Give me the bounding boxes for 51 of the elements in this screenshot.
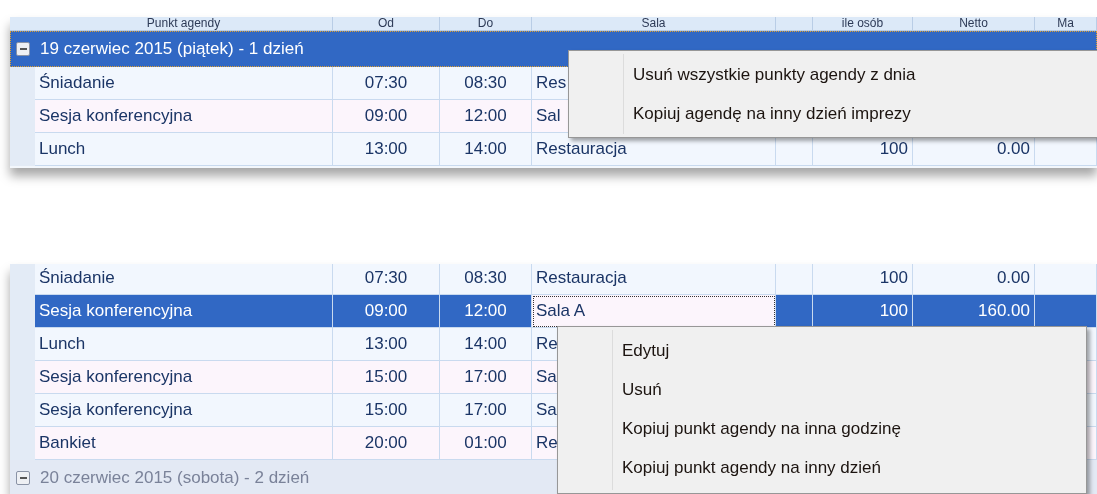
collapse-icon[interactable] [16, 42, 30, 56]
start-time-cell: 15:00 [333, 361, 440, 394]
column-header[interactable]: Do [440, 17, 532, 30]
column-header[interactable]: Ma [1035, 17, 1097, 30]
start-time-cell: 09:00 [333, 100, 440, 133]
start-time-cell: 20:00 [333, 427, 440, 460]
agenda-item-cell: Śniadanie [35, 67, 333, 100]
column-header[interactable]: ile osób [813, 17, 913, 30]
table-cell [1035, 295, 1097, 328]
table-cell [1035, 264, 1097, 295]
agenda-item-cell: Sesja konferencyjna [35, 394, 333, 427]
end-time-cell: 01:00 [440, 427, 532, 460]
agenda-item-cell: Sesja konferencyjna [35, 295, 333, 328]
agenda-row[interactable]: Śniadanie 07:30 08:30 Restauracja 100 0.00 [10, 264, 1097, 295]
end-time-cell: 12:00 [440, 295, 532, 328]
table-cell [776, 295, 813, 328]
day-label: 19 czerwiec 2015 (piątek) - 1 dzień [40, 39, 304, 59]
agenda-item-cell: Lunch [35, 133, 333, 166]
agenda-item-cell: Sesja konferencyjna [35, 100, 333, 133]
end-time-cell: 08:30 [440, 67, 532, 100]
start-time-cell: 09:00 [333, 295, 440, 328]
collapse-icon[interactable] [16, 471, 30, 485]
column-header[interactable]: Netto [913, 17, 1035, 30]
net-price-cell: 0.00 [913, 264, 1035, 295]
agenda-item-cell: Bankiet [35, 427, 333, 460]
end-time-cell: 17:00 [440, 361, 532, 394]
day-label: 20 czerwiec 2015 (sobota) - 2 dzień [40, 468, 310, 488]
column-header[interactable]: Od [333, 17, 440, 30]
start-time-cell: 13:00 [333, 133, 440, 166]
column-header[interactable]: Punkt agendy [35, 17, 333, 30]
agenda-row[interactable]: Lunch 13:00 14:00 Restauracja 100 0.00 [10, 133, 1097, 166]
end-time-cell: 14:00 [440, 133, 532, 166]
end-time-cell: 08:30 [440, 264, 532, 295]
agenda-item-cell: Lunch [35, 328, 333, 361]
net-price-cell: 160.00 [913, 295, 1035, 328]
agenda-row[interactable]: Sesja konferencyjna 09:00 12:00 Sala A 100 160.00 [10, 295, 1097, 328]
agenda-item-cell: Sesja konferencyjna [35, 361, 333, 394]
start-time-cell: 07:30 [333, 67, 440, 100]
table-cell [776, 264, 813, 295]
agenda-item-cell: Śniadanie [35, 264, 333, 295]
end-time-cell: 14:00 [440, 328, 532, 361]
room-cell: Restauracja [532, 264, 776, 295]
start-time-cell: 15:00 [333, 394, 440, 427]
column-header[interactable]: Sala [532, 17, 776, 30]
end-time-cell: 12:00 [440, 100, 532, 133]
room-cell: Sala A [532, 295, 776, 328]
people-count-cell: 100 [813, 264, 913, 295]
start-time-cell: 13:00 [333, 328, 440, 361]
people-count-cell: 100 [813, 295, 913, 328]
start-time-cell: 07:30 [333, 264, 440, 295]
end-time-cell: 17:00 [440, 394, 532, 427]
